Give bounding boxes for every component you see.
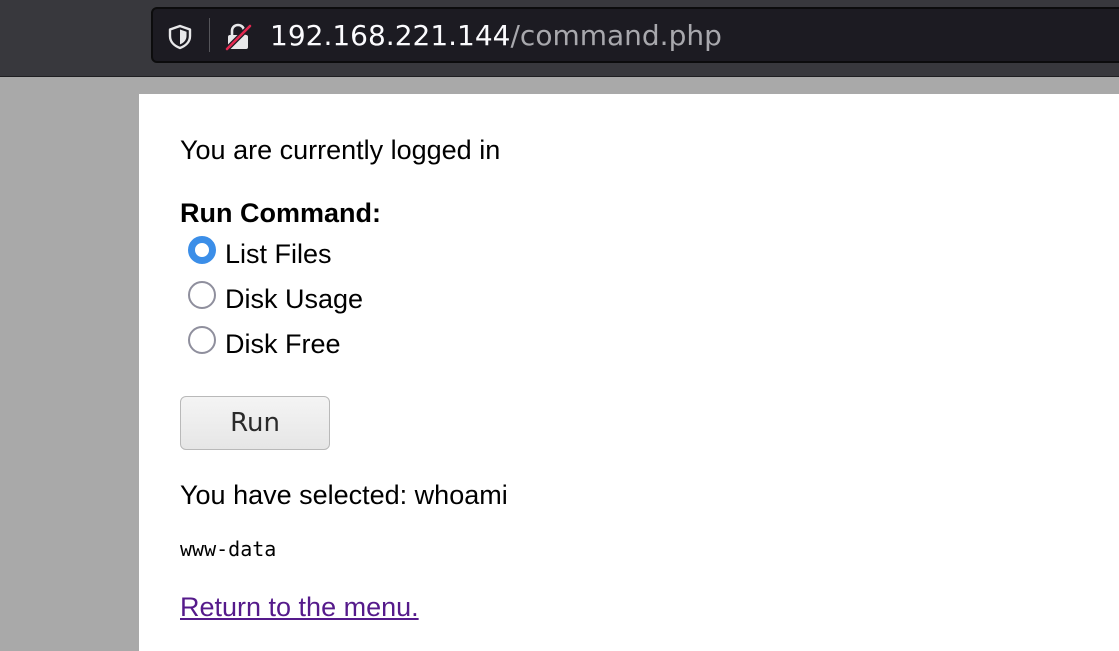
url-path: /command.php — [510, 19, 722, 52]
run-command-heading: Run Command: — [180, 198, 381, 228]
command-output: www-data — [180, 537, 277, 561]
radio-disk-usage[interactable] — [188, 281, 216, 309]
selected-command: You have selected: whoami — [180, 480, 508, 510]
option-label: Disk Usage — [225, 283, 364, 314]
option-disk-usage[interactable]: Disk Usage — [188, 281, 364, 316]
option-disk-free[interactable]: Disk Free — [188, 326, 341, 361]
url-text[interactable]: 192.168.221.144/command.php — [270, 19, 722, 53]
page-content: You are currently logged in Run Command:… — [139, 94, 1119, 651]
radio-list-files[interactable] — [188, 236, 216, 264]
radio-disk-free[interactable] — [188, 326, 216, 354]
option-label: Disk Free — [225, 328, 341, 359]
run-button[interactable]: Run — [180, 396, 330, 450]
return-to-menu-link[interactable]: Return to the menu. — [180, 592, 419, 623]
login-status: You are currently logged in — [180, 135, 501, 165]
address-bar[interactable]: 192.168.221.144/command.php — [151, 7, 1119, 63]
shield-icon[interactable] — [167, 24, 193, 50]
browser-toolbar: 192.168.221.144/command.php — [0, 0, 1119, 77]
option-label: List Files — [225, 238, 332, 269]
url-host: 192.168.221.144 — [270, 19, 511, 52]
insecure-lock-icon[interactable] — [223, 22, 253, 52]
option-list-files[interactable]: List Files — [188, 236, 332, 271]
urlbar-separator — [209, 18, 210, 52]
